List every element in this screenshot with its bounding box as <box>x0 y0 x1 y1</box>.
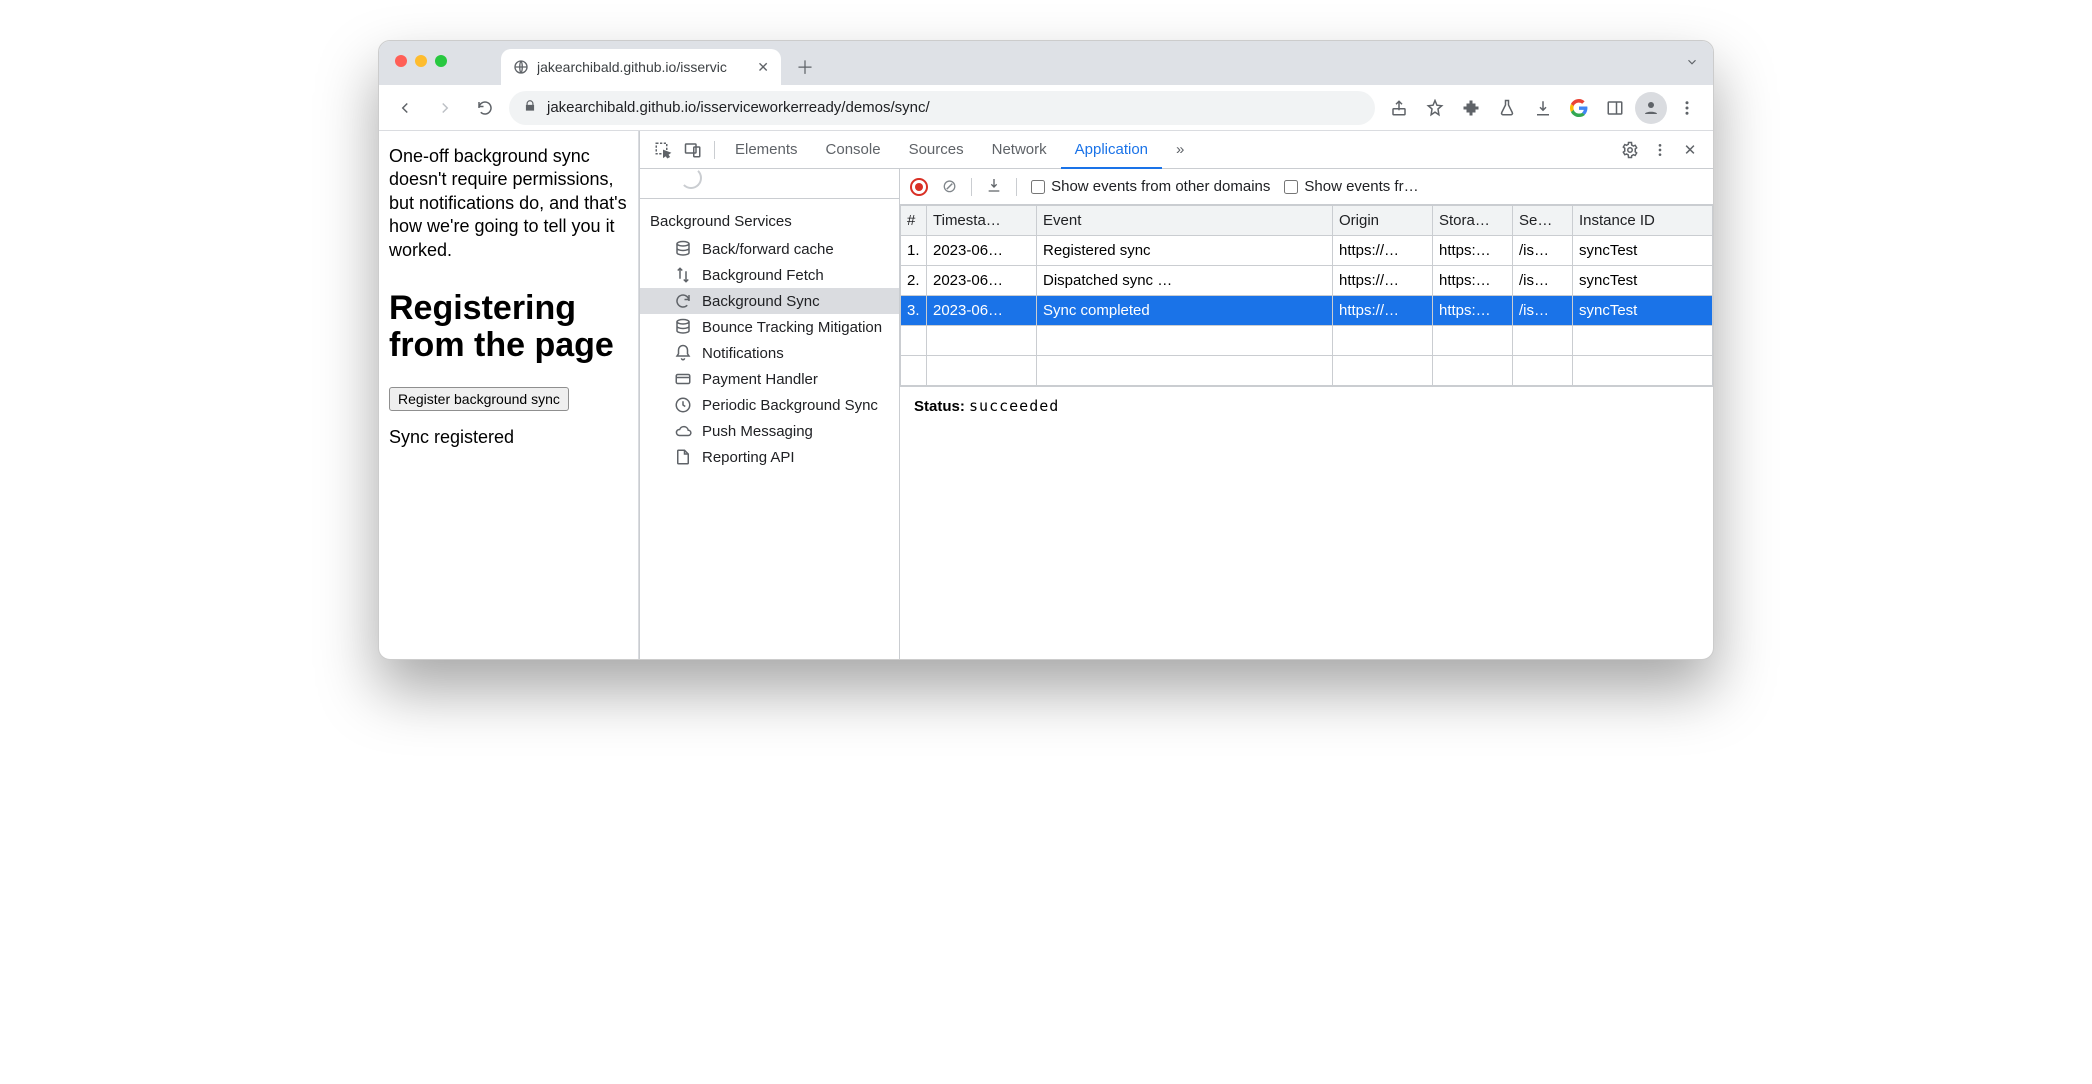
sidebar-item-reporting-api[interactable]: Reporting API <box>640 444 899 470</box>
sidebar-item-background-fetch[interactable]: Background Fetch <box>640 262 899 288</box>
save-icon[interactable] <box>986 177 1002 197</box>
devtools-main: ⊘ Show events from other domains Sho <box>900 169 1713 659</box>
table-row[interactable]: 2.2023-06…Dispatched sync …https://…http… <box>901 266 1713 296</box>
sidebar-group-title: Background Services <box>640 207 899 236</box>
table-row[interactable]: 3.2023-06…Sync completedhttps://…https:…… <box>901 296 1713 326</box>
close-window-button[interactable] <box>395 55 407 67</box>
extensions-icon[interactable] <box>1455 92 1487 124</box>
maximize-window-button[interactable] <box>435 55 447 67</box>
devtools: Elements Console Sources Network Applica… <box>639 131 1713 659</box>
page-heading: Registering from the page <box>389 290 628 365</box>
clear-button[interactable]: ⊘ <box>942 176 957 197</box>
col-header[interactable]: Origin <box>1333 206 1433 236</box>
bookmark-icon[interactable] <box>1419 92 1451 124</box>
more-tabs-icon[interactable]: » <box>1162 131 1198 168</box>
back-button[interactable] <box>389 92 421 124</box>
content-area: One-off background sync doesn't require … <box>379 131 1713 659</box>
events-table: #Timesta…EventOriginStora…Se…Instance ID… <box>900 205 1713 386</box>
tab-sources[interactable]: Sources <box>895 131 978 168</box>
device-toggle-icon[interactable] <box>678 141 708 159</box>
sidebar-item-periodic-background-sync[interactable]: Periodic Background Sync <box>640 392 899 418</box>
devtools-tabbar: Elements Console Sources Network Applica… <box>640 131 1713 169</box>
browser-window: jakearchibald.github.io/isservic ✕ ＋ jak… <box>378 40 1714 660</box>
tab-title: jakearchibald.github.io/isservic <box>537 59 749 75</box>
menu-icon[interactable] <box>1671 92 1703 124</box>
share-icon[interactable] <box>1383 92 1415 124</box>
col-header[interactable]: Stora… <box>1433 206 1513 236</box>
sidebar-item-background-sync[interactable]: Background Sync <box>640 288 899 314</box>
col-header[interactable]: Se… <box>1513 206 1573 236</box>
labs-icon[interactable] <box>1491 92 1523 124</box>
tabs-dropdown-icon[interactable] <box>1685 55 1699 74</box>
col-header[interactable]: # <box>901 206 927 236</box>
toolbar-actions <box>1383 92 1703 124</box>
table-row[interactable]: 1.2023-06…Registered synchttps://…https:… <box>901 236 1713 266</box>
col-header[interactable]: Timesta… <box>927 206 1037 236</box>
status-line: Status: succeeded <box>900 386 1713 425</box>
lock-icon <box>523 99 537 117</box>
window-controls <box>395 55 447 67</box>
toolbar: jakearchibald.github.io/isserviceworkerr… <box>379 85 1713 131</box>
profile-icon[interactable] <box>1635 92 1667 124</box>
page-status: Sync registered <box>389 427 628 448</box>
devtools-close-icon[interactable]: ✕ <box>1675 141 1705 159</box>
sidebar-item-back-forward-cache[interactable]: Back/forward cache <box>640 236 899 262</box>
sidebar-item-notifications[interactable]: Notifications <box>640 340 899 366</box>
tab-strip: jakearchibald.github.io/isservic ✕ ＋ <box>379 41 1713 85</box>
sidebar-item-bounce-tracking-mitigation[interactable]: Bounce Tracking Mitigation <box>640 314 899 340</box>
sidebar-item-payment-handler[interactable]: Payment Handler <box>640 366 899 392</box>
url-text: jakearchibald.github.io/isserviceworkerr… <box>547 99 1361 116</box>
browser-tab[interactable]: jakearchibald.github.io/isservic ✕ <box>501 49 781 85</box>
show-other-domains-checkbox[interactable]: Show events from other domains <box>1031 178 1270 195</box>
downloads-icon[interactable] <box>1527 92 1559 124</box>
devtools-sidebar: Background Services Back/forward cacheBa… <box>640 169 900 659</box>
record-button[interactable] <box>910 178 928 196</box>
side-panel-icon[interactable] <box>1599 92 1631 124</box>
col-header[interactable]: Event <box>1037 206 1333 236</box>
devtools-menu-icon[interactable] <box>1645 142 1675 158</box>
forward-button[interactable] <box>429 92 461 124</box>
sidebar-partial-previous-group <box>640 175 899 199</box>
web-page: One-off background sync doesn't require … <box>379 131 639 659</box>
show-events-fr-checkbox[interactable]: Show events fr… <box>1284 178 1418 195</box>
register-sync-button[interactable]: Register background sync <box>389 387 569 411</box>
tab-console[interactable]: Console <box>812 131 895 168</box>
google-icon[interactable] <box>1563 92 1595 124</box>
tab-elements[interactable]: Elements <box>721 131 812 168</box>
events-actionbar: ⊘ Show events from other domains Sho <box>900 169 1713 205</box>
new-tab-button[interactable]: ＋ <box>791 53 819 81</box>
minimize-window-button[interactable] <box>415 55 427 67</box>
sidebar-item-push-messaging[interactable]: Push Messaging <box>640 418 899 444</box>
reload-button[interactable] <box>469 92 501 124</box>
tab-network[interactable]: Network <box>978 131 1061 168</box>
globe-icon <box>513 59 529 75</box>
inspect-icon[interactable] <box>648 141 678 159</box>
col-header[interactable]: Instance ID <box>1573 206 1713 236</box>
address-bar[interactable]: jakearchibald.github.io/isserviceworkerr… <box>509 91 1375 125</box>
settings-icon[interactable] <box>1615 141 1645 159</box>
tab-application[interactable]: Application <box>1061 132 1162 169</box>
close-tab-icon[interactable]: ✕ <box>757 59 769 76</box>
page-intro: One-off background sync doesn't require … <box>389 145 628 262</box>
